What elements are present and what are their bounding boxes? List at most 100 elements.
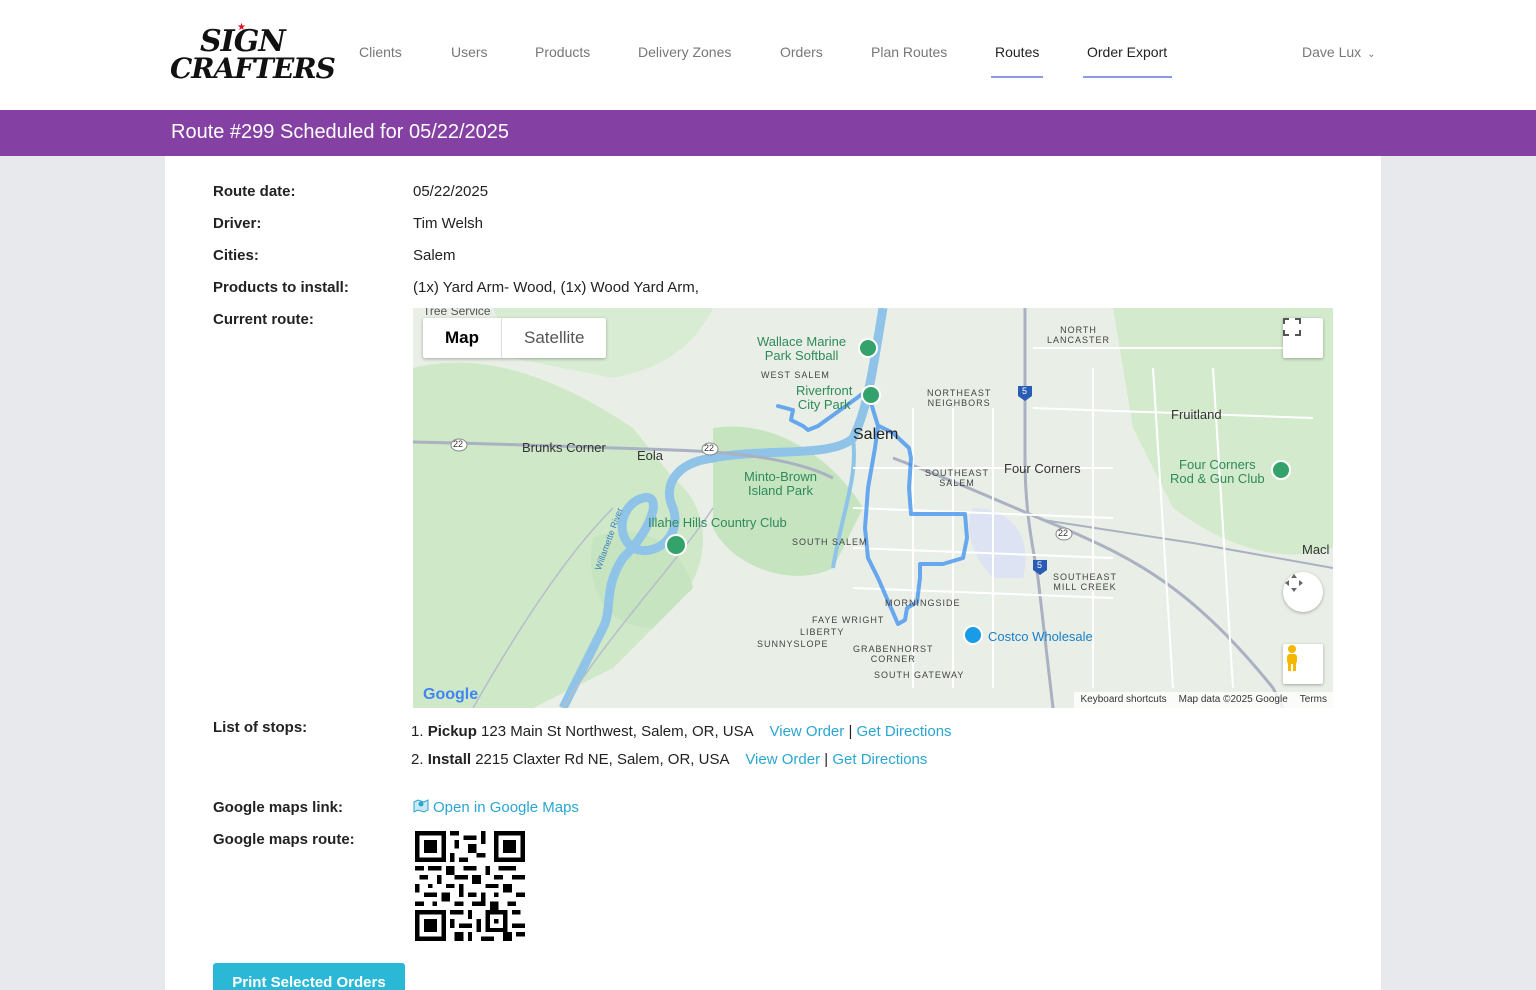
map-label-riverfront-1: Riverfront (796, 383, 853, 398)
keyboard-shortcuts-link[interactable]: Keyboard shortcuts (1080, 694, 1166, 706)
map-label-north-lancaster: NORTH LANCASTER (1047, 325, 1110, 345)
map-label-grabenhorst-2: CORNER (870, 654, 916, 664)
map-type-control: Map Satellite (423, 318, 607, 358)
map-label-se-mill-2: MILL CREEK (1053, 582, 1117, 592)
stop-number: 2. (411, 751, 424, 768)
map-data-attribution: Map data ©2025 Google (1178, 694, 1288, 705)
fullscreen-icon (1283, 318, 1301, 336)
stop-type: Pickup (427, 723, 477, 740)
map-label-wallace-marine: Wallace Marine Park Softball (757, 335, 846, 363)
interstate-5-shield: 5 (1037, 560, 1043, 570)
map-label-grabenhorst-1: GRABENHORST (853, 644, 934, 654)
map-label-southeast-mill-creek: SOUTHEAST MILL CREEK (1053, 572, 1117, 592)
map-label-minto-1: Minto-Brown (744, 469, 817, 484)
route-date-label: Route date: (213, 183, 296, 200)
map-label-south-salem: SOUTH SALEM (792, 537, 868, 547)
logo-line2: CRAFTERS (170, 52, 336, 85)
view-order-link[interactable]: View Order (770, 723, 845, 740)
nav-clients[interactable]: Clients (355, 44, 406, 78)
fullscreen-button[interactable] (1283, 318, 1323, 358)
map-label-minto-brown: Minto-Brown Island Park (744, 470, 817, 498)
google-maps-route-label: Google maps route: (213, 831, 355, 848)
google-logo: Google (423, 686, 478, 704)
nav-order-export[interactable]: Order Export (1083, 44, 1172, 78)
map-label-tree-service: Tree Service (423, 308, 491, 318)
products-label: Products to install: (213, 279, 349, 296)
link-separator: | (824, 751, 829, 768)
nav-routes[interactable]: Routes (991, 44, 1043, 78)
map-label-minto-2: Island Park (747, 483, 813, 498)
map-label-grabenhorst: GRABENHORST CORNER (853, 644, 934, 664)
map-type-satellite-button[interactable]: Satellite (502, 318, 606, 358)
nav-plan-routes[interactable]: Plan Routes (867, 44, 951, 78)
nav-delivery-zones[interactable]: Delivery Zones (634, 44, 735, 78)
map-label-wallace-2: Park Softball (764, 348, 839, 363)
current-route-label: Current route: (213, 311, 314, 328)
stop-number: 1. (411, 723, 424, 740)
nav-products[interactable]: Products (531, 44, 594, 78)
map-label-southeast-salem: SOUTHEAST SALEM (925, 468, 989, 488)
map-label-se-mill-1: SOUTHEAST (1053, 572, 1118, 582)
driver-label: Driver: (213, 215, 262, 232)
map-label-southeast-1: SOUTHEAST (925, 468, 990, 478)
street-view-pegman-button[interactable] (1283, 644, 1323, 684)
map-type-map-button[interactable]: Map (423, 318, 502, 358)
stop-address: 123 Main St Northwest, Salem, OR, USA (481, 723, 753, 740)
route-22-shield: 22 (453, 439, 464, 449)
products-value: (1x) Yard Arm- Wood, (1x) Wood Yard Arm, (413, 279, 699, 296)
stops-label: List of stops: (213, 719, 308, 736)
user-menu[interactable]: Dave Lux ⌄ (1302, 44, 1376, 60)
route-map[interactable]: Tree Service Wallace Marine Park Softball… (413, 308, 1333, 708)
driver-value: Tim Welsh (413, 215, 484, 232)
stop-type: Install (427, 751, 472, 768)
print-selected-orders-button[interactable]: Print Selected Orders (213, 963, 405, 990)
map-label-fruitland: Fruitland (1171, 407, 1222, 422)
map-label-rod-gun-club: Four Corners Rod & Gun Club (1170, 458, 1265, 486)
map-label-south-gateway: SOUTH GATEWAY (874, 670, 965, 680)
google-maps-link-label: Google maps link: (213, 799, 344, 816)
map-label-west-salem: WEST SALEM (761, 370, 830, 380)
map-label-sunnyslope: SUNNYSLOPE (757, 639, 829, 649)
sign-crafters-logo[interactable]: SIGN ★ CRAFTERS (170, 22, 336, 85)
page-title: Route #299 Scheduled for 05/22/2025 (171, 121, 510, 143)
chevron-down-icon: ⌄ (1367, 49, 1376, 60)
map-label-riverfront: Riverfront City Park (796, 384, 852, 412)
view-order-link[interactable]: View Order (745, 751, 820, 768)
map-footer: Keyboard shortcuts Map data ©2025 Google… (1074, 692, 1333, 708)
camera-control-button[interactable] (1283, 572, 1323, 612)
map-label-north-lancaster-2: LANCASTER (1047, 335, 1111, 345)
user-name: Dave Lux (1302, 44, 1362, 60)
map-pin-icon (413, 799, 429, 813)
map-label-wallace-1: Wallace Marine (757, 334, 847, 349)
top-navbar: SIGN ★ CRAFTERS Clients Users Products D… (0, 0, 1536, 110)
map-label-northeast-2: NEIGHBORS (927, 398, 991, 408)
link-separator: | (848, 723, 853, 740)
cities-value: Salem (413, 247, 456, 264)
google-logo-text: Google (423, 686, 479, 703)
map-label-illahe-hills: Illahe Hills Country Club (648, 515, 787, 530)
map-label-salem: Salem (853, 426, 899, 443)
stop-row: 2. Install 2215 Claxter Rd NE, Salem, OR… (411, 751, 927, 768)
interstate-5-shield: 5 (1022, 386, 1028, 396)
nav-users[interactable]: Users (447, 44, 492, 78)
cities-label: Cities: (213, 247, 259, 264)
get-directions-link[interactable]: Get Directions (832, 751, 927, 768)
route-22-shield: 22 (1058, 528, 1069, 538)
stop-address: 2215 Claxter Rd NE, Salem, OR, USA (475, 751, 729, 768)
map-label-riverfront-2: City Park (797, 397, 851, 412)
pan-arrows-icon (1285, 574, 1303, 592)
page-banner: Route #299 Scheduled for 05/22/2025 (0, 110, 1536, 156)
map-label-southeast-2: SALEM (939, 478, 975, 488)
map-label-northeast-1: NORTHEAST (927, 388, 992, 398)
map-label-eola: Eola (637, 448, 664, 463)
get-directions-link[interactable]: Get Directions (857, 723, 952, 740)
map-label-brunks-corner: Brunks Corner (522, 440, 606, 455)
open-in-google-maps-link[interactable]: Open in Google Maps (413, 798, 579, 816)
map-label-rod-gun-2: Rod & Gun Club (1170, 471, 1265, 486)
map-label-rod-gun-1: Four Corners (1179, 457, 1256, 472)
map-label-costco: Costco Wholesale (988, 629, 1093, 644)
open-in-google-maps-text: Open in Google Maps (433, 799, 579, 816)
map-terms-link[interactable]: Terms (1300, 694, 1327, 706)
map-label-faye-wright: FAYE WRIGHT (812, 615, 885, 625)
nav-orders[interactable]: Orders (776, 44, 827, 78)
